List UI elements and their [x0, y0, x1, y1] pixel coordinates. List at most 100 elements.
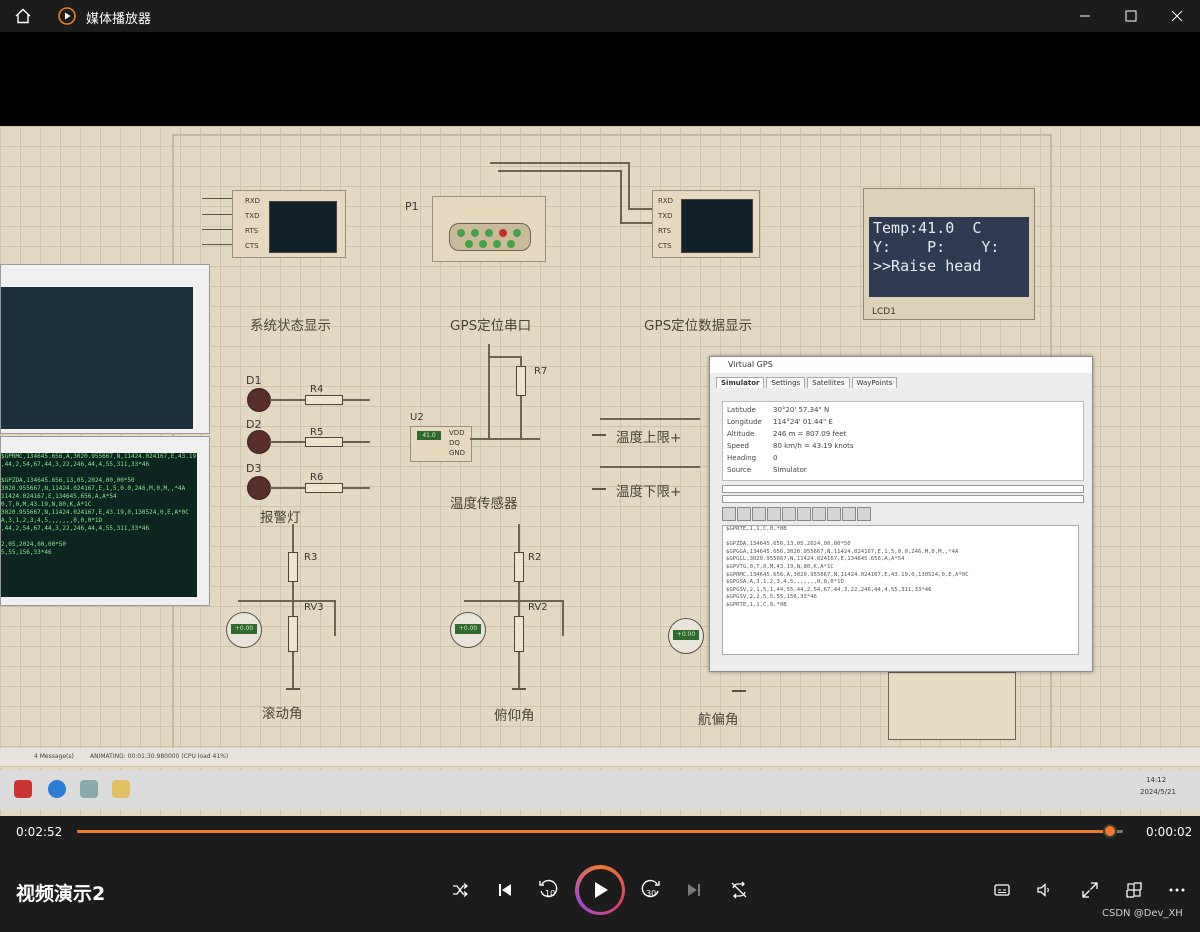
- proteus-status-bar: 4 Message(s) ANIMATING: 00:01:30.980000 …: [0, 748, 1200, 766]
- terminal-line: ,44,2,54,67,44,3,22,246,44,4,55,311,33*4…: [1, 525, 150, 532]
- ground-symbol: [286, 688, 300, 690]
- gps-slider[interactable]: [722, 485, 1084, 493]
- gps-slider[interactable]: [722, 495, 1084, 503]
- wire: [498, 170, 622, 172]
- gps-info-key: Heading: [727, 454, 757, 462]
- tab-settings[interactable]: Settings: [766, 377, 806, 388]
- wire: [518, 524, 520, 688]
- terminal-line: A,3,1,2,3,4,5,,,,,,,0,0,0*1D: [1, 517, 103, 524]
- pin-label: RTS: [658, 227, 672, 235]
- next-icon: [688, 884, 700, 896]
- pin-label: RXD: [658, 197, 674, 205]
- close-button[interactable]: [1154, 0, 1200, 32]
- forward-button[interactable]: 30: [635, 874, 667, 906]
- terminal-window-bottom[interactable]: $GPRMC,134645.656,A,3020.955667,N,11424.…: [0, 436, 210, 606]
- nmea-log: $GPRTE,1,1,C,0,*0B $GPZDA,134645.656,13,…: [722, 525, 1079, 655]
- tab-waypoints[interactable]: WayPoints: [851, 377, 898, 388]
- label-p1: P1: [405, 200, 419, 213]
- folder-icon[interactable]: [112, 780, 130, 798]
- nmea-line: $GPRTE,1,1,C,0,*0B: [726, 526, 787, 532]
- gps-serial-connector: [432, 196, 546, 262]
- voltmeter-roll: +0.00: [226, 612, 262, 648]
- maximize-button[interactable]: [1108, 0, 1154, 32]
- nmea-line: $GPGSV,2,1,5,1,44,55,44,2,54,67,44,3,22,…: [726, 586, 932, 593]
- volume-button[interactable]: [1028, 874, 1060, 906]
- toolbar-button[interactable]: [827, 507, 841, 521]
- seek-thumb[interactable]: [1103, 824, 1118, 838]
- toolbar-button[interactable]: [752, 507, 766, 521]
- play-button[interactable]: [575, 865, 625, 915]
- gps-info-key: Source: [727, 466, 752, 474]
- minimize-button[interactable]: [1062, 0, 1108, 32]
- gps-info-row: Altitude 246 m = 807.09 feet: [727, 430, 846, 438]
- terminal-line: ,44,2,54,67,44,3,22,246,44,4,55,311,33*4…: [1, 461, 150, 468]
- potentiometer-rv3: [288, 616, 298, 652]
- player-controls: 0:02:52 0:00:02 视频演示2 10 30 CSDN @Dev_XH: [0, 816, 1200, 932]
- ground-symbol: [732, 690, 746, 692]
- video-area[interactable]: RXD TXD RTS CTS 系统状态显示 P1 GPS定位串口 RXD TX…: [0, 32, 1200, 816]
- label-r6: R6: [310, 472, 324, 483]
- app-icon[interactable]: [14, 780, 32, 798]
- caption-temp-sensor: 温度传感器: [450, 496, 518, 512]
- video-title: 视频演示2: [16, 883, 106, 905]
- wire: [620, 222, 652, 224]
- tab-simulator[interactable]: Simulator: [716, 377, 765, 388]
- toolbar-button[interactable]: [842, 507, 856, 521]
- terminal-line: 3020.955667,N,11424.024167,E,43.19,0,130…: [1, 509, 189, 516]
- lcd-screen: Temp:41.0 C Y: P: Y: >>Raise head: [869, 217, 1029, 297]
- toolbar-button[interactable]: [797, 507, 811, 521]
- terminal-line: 2,05,2024,00,00*50: [1, 541, 67, 548]
- previous-icon: [499, 884, 511, 896]
- tab-satellites[interactable]: Satellites: [807, 377, 850, 388]
- label-r3: R3: [304, 552, 318, 563]
- tray-time: 14:12: [1146, 776, 1167, 784]
- windows-taskbar: 14:12 2024/5/21: [0, 770, 1200, 810]
- previous-button[interactable]: [489, 874, 521, 906]
- subtitles-button[interactable]: [986, 874, 1018, 906]
- led-d1: [247, 388, 271, 412]
- app-icon[interactable]: [80, 780, 98, 798]
- virtual-gps-tabs: Simulator Settings Satellites WayPoints: [710, 373, 1092, 388]
- shuffle-button[interactable]: [444, 874, 476, 906]
- resistor-r6: [305, 483, 343, 493]
- pin-label: TXD: [658, 212, 673, 220]
- miniplayer-button[interactable]: [1118, 874, 1150, 906]
- wire: [600, 418, 700, 420]
- virtual-gps-window[interactable]: Virtual GPS Simulator Settings Satellite…: [709, 356, 1093, 672]
- edge-icon[interactable]: [48, 780, 66, 798]
- gps-info-key: Speed: [727, 442, 749, 450]
- gps-info-value: Simulator: [773, 466, 807, 474]
- resistor-r3: [288, 552, 298, 582]
- nmea-line: $GPGSA,A,3,1,2,3,4,5,,,,,,,0,0,0*1D: [726, 579, 844, 586]
- seek-bar[interactable]: [77, 824, 1123, 838]
- pin-label: TXD: [245, 212, 260, 220]
- pin-label: CTS: [245, 242, 259, 250]
- rewind-button[interactable]: 10: [532, 874, 564, 906]
- terminal-line: $GPZDA,134645.656,13,05,2024,00,00*50: [1, 477, 135, 484]
- toolbar-button[interactable]: [857, 507, 871, 521]
- pin-label: GND: [449, 449, 466, 457]
- more-button[interactable]: [1161, 874, 1193, 906]
- virtual-gps-title: Virtual GPS: [710, 357, 1092, 373]
- terminal-screen: [681, 199, 753, 253]
- home-icon[interactable]: [14, 7, 32, 25]
- resistor-r7: [516, 366, 526, 396]
- led-d2: [247, 430, 271, 454]
- wire: [470, 438, 540, 440]
- terminal-line: 0,T,0,M,43.19,N,80,K,A*1C: [1, 501, 92, 508]
- toolbar-button[interactable]: [782, 507, 796, 521]
- terminal-window-top[interactable]: [0, 264, 210, 434]
- repeat-button[interactable]: [723, 874, 755, 906]
- caption-gps-data: GPS定位数据显示: [644, 318, 753, 334]
- gps-info-key: Altitude: [727, 430, 755, 438]
- toolbar-button[interactable]: [722, 507, 736, 521]
- toolbar-button[interactable]: [812, 507, 826, 521]
- caption-system-status: 系统状态显示: [250, 318, 331, 334]
- wire: [334, 600, 336, 636]
- lcd-line-2: Y: P: Y:: [873, 238, 1000, 256]
- toolbar-button[interactable]: [767, 507, 781, 521]
- toolbar-button[interactable]: [737, 507, 751, 521]
- fullscreen-button[interactable]: [1074, 874, 1106, 906]
- nmea-line: [723, 534, 1078, 542]
- next-button[interactable]: [678, 874, 710, 906]
